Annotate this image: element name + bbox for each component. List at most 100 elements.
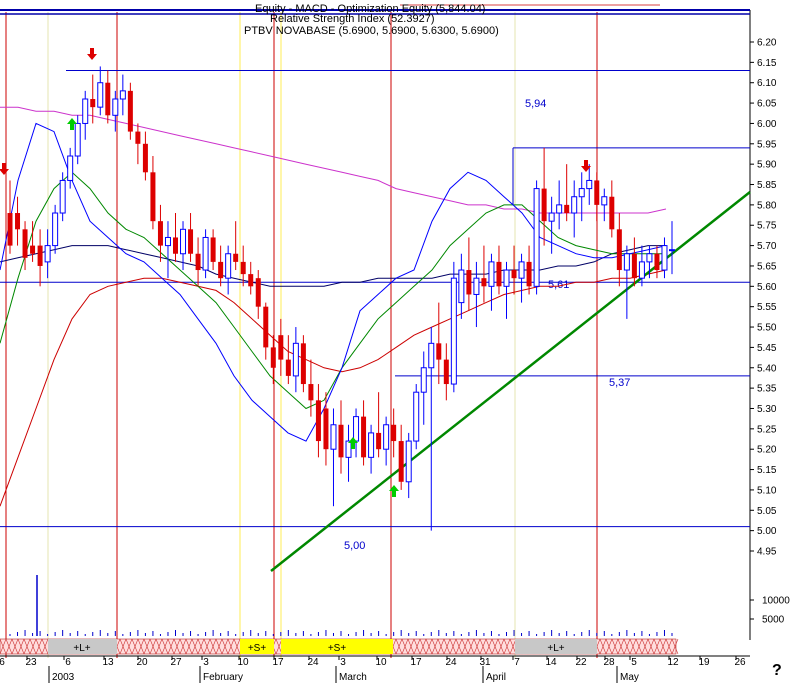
y-tick-label: 4.95	[757, 547, 777, 558]
candle-body-down	[526, 261, 532, 287]
candle-body-up	[428, 342, 435, 369]
x-day-label: 3	[340, 657, 346, 668]
candle-body-up	[488, 261, 495, 287]
candle-body-down	[22, 229, 28, 258]
y-tick-label: 6.20	[757, 38, 777, 49]
candle-body-down	[616, 229, 622, 271]
candle-body-up	[420, 367, 427, 393]
help-question-mark[interactable]: ?	[772, 662, 782, 679]
candle-body-up	[330, 424, 337, 450]
y-tick-label: 5.55	[757, 302, 777, 313]
level-label: 5,37	[609, 377, 630, 389]
x-day-label: 14	[545, 657, 557, 668]
candle-body-down	[564, 204, 570, 214]
candle-body-down	[609, 196, 615, 230]
band-label: +L+	[73, 643, 90, 654]
y-tick-label: 6.05	[757, 99, 777, 110]
candle-body-up	[345, 440, 352, 458]
x-day-label: 31	[479, 657, 491, 668]
candle-body-down	[361, 416, 367, 458]
candle-body-down	[270, 347, 276, 368]
candle-body-up	[67, 155, 74, 181]
candle-body-down	[541, 188, 547, 222]
candle-body-down	[376, 432, 382, 450]
candle-body-down	[285, 359, 291, 376]
candle-body-down	[30, 245, 36, 254]
level-label: 5,94	[525, 98, 546, 110]
candle-body-down	[233, 253, 239, 262]
candle-body-down	[511, 270, 517, 279]
band-label: +S+	[248, 643, 267, 654]
candle-body-down	[127, 90, 133, 132]
candle-body-up	[458, 269, 465, 304]
y-tick-label: 5.15	[757, 465, 777, 476]
y-tick-label: 5.45	[757, 343, 777, 354]
y-tick-label: 5.80	[757, 200, 777, 211]
candle-body-up	[413, 391, 420, 442]
candle-body-up	[52, 212, 59, 247]
candle-body-down	[594, 180, 600, 205]
candle-body-down	[90, 99, 96, 108]
y-tick-label: 5.70	[757, 241, 777, 252]
candle-body-down	[188, 229, 194, 254]
y-tick-label: 5.40	[757, 363, 777, 374]
candle-body-down	[37, 245, 43, 266]
candle-body-down	[323, 408, 329, 450]
candle-body-down	[255, 278, 261, 307]
x-month-label: March	[339, 672, 367, 683]
candle-body-up	[548, 212, 555, 222]
level-label: 5,00	[344, 540, 365, 552]
level-label: 5,61	[548, 279, 569, 291]
candle-body-down	[338, 424, 344, 458]
candle-body-up	[473, 277, 480, 295]
candle-body-up	[97, 82, 104, 108]
candle-body-down	[315, 400, 321, 442]
candle-body-up	[44, 245, 51, 263]
candle-body-up	[646, 253, 653, 263]
x-day-label: 3	[203, 657, 209, 668]
candle-body-down	[150, 172, 156, 222]
candle-body-down	[481, 278, 487, 287]
volume-tick-label: 10000	[762, 596, 790, 607]
x-day-label: 22	[575, 657, 587, 668]
x-day-label: 17	[272, 657, 284, 668]
y-tick-label: 5.60	[757, 282, 777, 293]
candle-body-down	[263, 306, 269, 348]
candle-body-up	[533, 188, 540, 287]
candle-body-down	[300, 343, 306, 385]
candle-body-down	[398, 441, 404, 482]
candle-body-up	[571, 196, 578, 214]
candle-body-up	[353, 416, 360, 442]
candle-body-up	[518, 261, 525, 279]
candle-body-down	[195, 253, 201, 271]
candle-body-down	[278, 335, 284, 360]
candle-body-up	[74, 122, 81, 157]
x-day-label: 12	[667, 657, 679, 668]
y-tick-label: 5.50	[757, 323, 777, 334]
candle-body-down	[248, 274, 254, 287]
x-day-label: 17	[410, 657, 422, 668]
y-tick-label: 5.75	[757, 221, 777, 232]
x-day-label: 19	[698, 657, 710, 668]
candle-body-up	[368, 432, 375, 458]
y-tick-label: 5.65	[757, 261, 777, 272]
x-day-label: 10	[237, 657, 249, 668]
x-month-label: 2003	[52, 672, 75, 683]
y-tick-label: 5.00	[757, 526, 777, 537]
x-day-label: 26	[734, 657, 746, 668]
candle-body-down	[436, 343, 442, 360]
candle-body-up	[180, 228, 187, 255]
candle-body-down	[240, 261, 246, 275]
candle-body-up	[164, 236, 171, 247]
candle-body-up	[669, 249, 675, 252]
candle-body-up	[112, 98, 119, 116]
price-chart: 5,94 5,61 5,37 5,00 +L+ +S+ +S+ +L+ 6.20 6.15 6.…	[0, 0, 797, 683]
band-label: +L+	[547, 643, 564, 654]
candle-body-down	[173, 237, 178, 254]
y-tick-label: 5.85	[757, 180, 777, 191]
y-tick-label: 6.15	[757, 58, 777, 69]
candle-body-up	[383, 424, 390, 450]
x-day-label: 28	[603, 657, 615, 668]
candle-body-down	[142, 143, 148, 173]
candle-body-up	[586, 179, 593, 190]
